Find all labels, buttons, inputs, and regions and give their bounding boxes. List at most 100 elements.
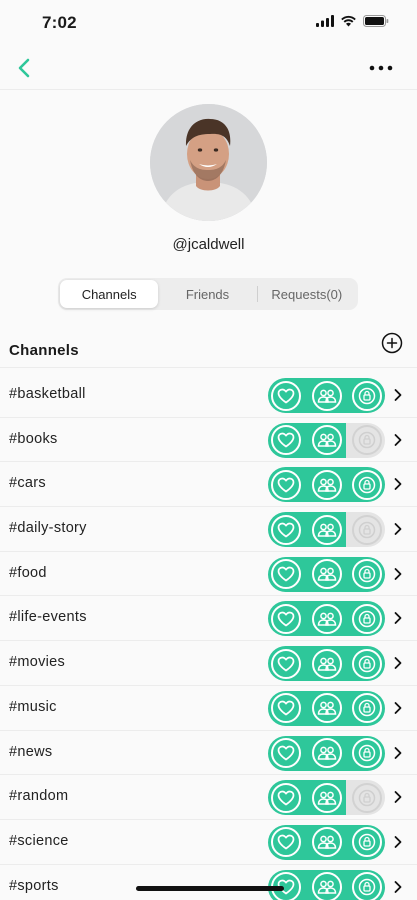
- chevron-right-icon[interactable]: [393, 388, 403, 402]
- channel-row[interactable]: #news: [0, 731, 417, 776]
- tab-friends[interactable]: Friends: [158, 280, 256, 308]
- chevron-right-icon[interactable]: [393, 880, 403, 894]
- private-icon: [358, 431, 376, 449]
- private-toggle[interactable]: [352, 693, 382, 724]
- heart-icon: [277, 745, 295, 761]
- heart-icon: [277, 656, 295, 671]
- channel-row[interactable]: #daily-story: [0, 507, 417, 552]
- favorite-toggle[interactable]: [271, 782, 301, 813]
- favorite-toggle[interactable]: [271, 603, 301, 634]
- private-toggle[interactable]: [352, 559, 382, 590]
- chevron-right-icon[interactable]: [393, 656, 403, 670]
- channel-row[interactable]: #basketball: [0, 373, 417, 418]
- private-icon: [358, 700, 376, 717]
- friends-toggle[interactable]: [311, 648, 342, 679]
- private-icon: [358, 878, 376, 896]
- chevron-right-icon[interactable]: [393, 522, 403, 536]
- private-toggle[interactable]: [352, 469, 382, 500]
- channel-toggle-group: [268, 646, 385, 682]
- channel-row[interactable]: #books: [0, 418, 417, 463]
- channel-toggle-group: [268, 556, 385, 592]
- channel-row[interactable]: #food: [0, 552, 417, 597]
- private-toggle[interactable]: [352, 827, 382, 858]
- chevron-right-icon[interactable]: [393, 835, 403, 849]
- add-channel-button[interactable]: [381, 332, 403, 354]
- favorite-toggle[interactable]: [271, 559, 301, 590]
- friends-icon: [317, 567, 336, 581]
- private-toggle[interactable]: [352, 603, 382, 634]
- channel-toggle-group: [268, 422, 385, 458]
- private-toggle[interactable]: [352, 514, 382, 545]
- signal-icon: [316, 15, 334, 27]
- chevron-right-icon[interactable]: [393, 790, 403, 804]
- channel-name: #news: [9, 743, 53, 760]
- status-time: 7:02: [42, 13, 77, 32]
- friends-toggle[interactable]: [311, 380, 342, 411]
- friends-toggle[interactable]: [311, 514, 342, 545]
- chevron-right-icon[interactable]: [393, 477, 403, 491]
- favorite-toggle[interactable]: [271, 693, 301, 724]
- chevron-right-icon[interactable]: [393, 611, 403, 625]
- chevron-right-icon[interactable]: [393, 567, 403, 581]
- channel-row[interactable]: #random: [0, 775, 417, 820]
- channel-row[interactable]: #sports: [0, 865, 417, 900]
- favorite-toggle[interactable]: [271, 514, 301, 545]
- status-bar: 7:02: [0, 0, 417, 46]
- channel-row[interactable]: #music: [0, 686, 417, 731]
- chevron-right-icon[interactable]: [393, 746, 403, 760]
- friends-icon: [317, 746, 336, 760]
- friends-toggle[interactable]: [311, 738, 342, 768]
- heart-icon: [277, 835, 295, 850]
- favorite-toggle[interactable]: [271, 827, 301, 858]
- tab-channels[interactable]: Channels: [60, 280, 159, 308]
- private-icon: [358, 655, 376, 672]
- private-toggle[interactable]: [352, 380, 382, 411]
- heart-icon: [277, 522, 295, 537]
- channel-list: #basketball #books #cars #daily-story #food #…: [0, 373, 417, 900]
- channel-row[interactable]: #life-events: [0, 596, 417, 642]
- private-toggle[interactable]: [352, 648, 382, 679]
- friends-icon: [317, 433, 336, 447]
- tab-requests[interactable]: Requests(0): [258, 280, 356, 308]
- friends-toggle[interactable]: [311, 469, 342, 500]
- private-toggle[interactable]: [352, 738, 382, 768]
- channel-name: #movies: [9, 654, 66, 671]
- back-button[interactable]: [10, 54, 38, 82]
- friends-icon: [317, 389, 336, 403]
- friends-toggle[interactable]: [311, 425, 342, 456]
- friends-icon: [317, 701, 336, 716]
- channel-name: #books: [9, 430, 58, 447]
- more-options-button[interactable]: [365, 54, 397, 82]
- channels-section-header: Channels: [0, 330, 417, 368]
- friends-toggle[interactable]: [311, 827, 342, 858]
- private-toggle[interactable]: [352, 782, 382, 813]
- avatar-image: [150, 104, 267, 221]
- channel-name: #food: [9, 564, 47, 581]
- private-icon: [358, 387, 376, 404]
- friends-icon: [317, 791, 336, 805]
- heart-icon: [277, 790, 295, 806]
- channel-row[interactable]: #cars: [0, 462, 417, 508]
- chevron-right-icon[interactable]: [393, 433, 403, 447]
- friends-toggle[interactable]: [311, 782, 342, 813]
- channel-row[interactable]: #science: [0, 820, 417, 865]
- favorite-toggle[interactable]: [271, 738, 301, 768]
- friends-toggle[interactable]: [311, 693, 342, 724]
- heart-icon: [277, 388, 295, 403]
- favorite-toggle[interactable]: [271, 425, 301, 456]
- channel-toggle-group: [268, 512, 385, 548]
- channel-name: #basketball: [9, 386, 86, 402]
- avatar[interactable]: [150, 104, 267, 221]
- channel-toggle-group: [268, 824, 385, 860]
- private-toggle[interactable]: [352, 425, 382, 456]
- favorite-toggle[interactable]: [271, 469, 301, 500]
- private-toggle[interactable]: [352, 872, 382, 900]
- heart-icon: [277, 432, 295, 448]
- friends-toggle[interactable]: [311, 559, 342, 590]
- friends-toggle[interactable]: [311, 603, 342, 634]
- favorite-toggle[interactable]: [271, 380, 301, 411]
- channel-row[interactable]: #movies: [0, 641, 417, 686]
- favorite-toggle[interactable]: [271, 648, 301, 679]
- friends-toggle[interactable]: [311, 872, 342, 900]
- chevron-right-icon[interactable]: [393, 701, 403, 715]
